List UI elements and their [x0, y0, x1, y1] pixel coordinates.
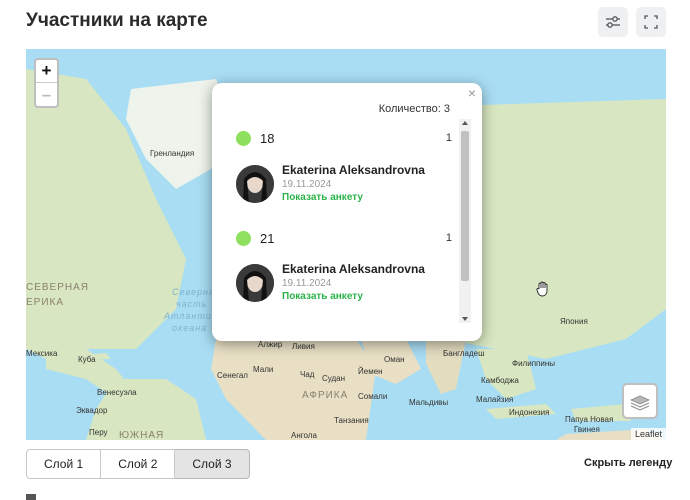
layers-icon	[630, 395, 650, 411]
zoom-out-button[interactable]: –	[36, 83, 57, 106]
label-chad: Чад	[300, 370, 315, 379]
label-sudan: Судан	[322, 374, 346, 383]
label-mexico: Мексика	[26, 349, 58, 358]
map-attribution[interactable]: Leaflet	[630, 428, 666, 440]
group-dot	[236, 231, 251, 246]
fullscreen-button[interactable]	[636, 7, 666, 37]
hide-legend-button[interactable]: Скрыть легенду	[584, 457, 672, 469]
label-greenland: Гренландия	[150, 149, 195, 158]
label-algeria: Алжир	[258, 340, 283, 349]
zoom-control: + –	[34, 58, 59, 108]
label-somalia: Сомали	[358, 392, 388, 401]
layer-tabs: Слой 1 Слой 2 Слой 3	[26, 449, 250, 479]
group-count: 1	[445, 132, 452, 144]
label-peru: Перу	[89, 428, 108, 437]
participant-item: Ekaterina Aleksandrovna 19.11.2024 Показ…	[236, 163, 452, 207]
tab-layer-3[interactable]: Слой 3	[175, 449, 250, 479]
tab-layer-2[interactable]: Слой 2	[101, 449, 176, 479]
label-bangladesh: Бангладеш	[443, 349, 485, 358]
label-yemen: Йемен	[358, 367, 383, 376]
label-tanzania: Танзания	[334, 416, 369, 425]
fullscreen-icon	[644, 15, 658, 29]
group-value: 18	[260, 131, 275, 146]
participant-date: 19.11.2024	[282, 179, 332, 190]
widget-header: Участники на карте	[26, 0, 666, 46]
label-libya: Ливия	[292, 342, 315, 351]
participant-name: Ekaterina Aleksandrovna	[282, 262, 425, 276]
show-profile-link[interactable]: Показать анкету	[282, 291, 363, 302]
participant-date: 19.11.2024	[282, 278, 332, 289]
label-malaysia: Малайзия	[476, 395, 514, 404]
label-oman: Оман	[384, 355, 405, 364]
tab-layer-1[interactable]: Слой 1	[26, 449, 102, 479]
label-indonesia: Индонезия	[509, 408, 550, 417]
label-japan: Япония	[560, 317, 588, 326]
scroll-thumb[interactable]	[461, 131, 469, 281]
participant-item: Ekaterina Aleksandrovna 19.11.2024 Показ…	[236, 262, 452, 306]
zoom-in-button[interactable]: +	[36, 60, 57, 83]
label-venezuela: Венесуэла	[97, 388, 137, 397]
popup-close-button[interactable]: ×	[468, 85, 476, 101]
show-profile-link[interactable]: Показать анкету	[282, 192, 363, 203]
scroll-down-icon[interactable]	[462, 317, 468, 321]
layers-button[interactable]	[622, 383, 658, 419]
group-value: 21	[260, 231, 275, 246]
label-sea-2: часть	[176, 299, 208, 309]
popup-count: Количество: 3	[378, 103, 450, 115]
group-count: 1	[445, 232, 452, 244]
page-title: Участники на карте	[26, 10, 208, 31]
label-south-america: ЮЖНАЯ	[119, 430, 165, 440]
label-ecuador: Эквадор	[76, 406, 108, 415]
popup-scrollbar[interactable]	[459, 119, 471, 323]
sliders-icon	[606, 16, 620, 28]
label-mali: Мали	[253, 365, 274, 374]
label-png-2: Гвинея	[574, 425, 600, 434]
label-cuba: Куба	[78, 355, 96, 364]
avatar	[236, 264, 274, 302]
label-senegal: Сенегал	[217, 371, 248, 380]
label-africa: АФРИКА	[302, 390, 349, 401]
participant-name: Ekaterina Aleksandrovna	[282, 163, 425, 177]
scroll-up-icon[interactable]	[462, 121, 468, 125]
group-header: 18 1	[236, 131, 452, 147]
label-angola: Ангола	[291, 431, 317, 440]
world-map[interactable]: Гренландия СЕВЕРНАЯ ЕРИКА Мексика Куба В…	[26, 49, 666, 440]
group-dot	[236, 131, 251, 146]
label-sea-4: океана	[172, 323, 208, 333]
group-header: 21 1	[236, 231, 452, 247]
filter-button[interactable]	[598, 7, 628, 37]
label-png: Папуа Новая	[565, 415, 614, 424]
label-north-america-2: ЕРИКА	[26, 297, 65, 308]
label-cambodia: Камбоджа	[481, 376, 519, 385]
label-philippines: Филиппины	[512, 359, 555, 368]
hand-cursor-icon	[536, 281, 550, 302]
label-north-america: СЕВЕРНАЯ	[26, 282, 90, 293]
avatar	[236, 165, 274, 203]
cluster-popup: × Количество: 3 18 1 Ekaterina Aleksandr…	[212, 83, 482, 341]
cut-off-content	[26, 494, 36, 500]
label-maldives: Мальдивы	[409, 398, 449, 407]
